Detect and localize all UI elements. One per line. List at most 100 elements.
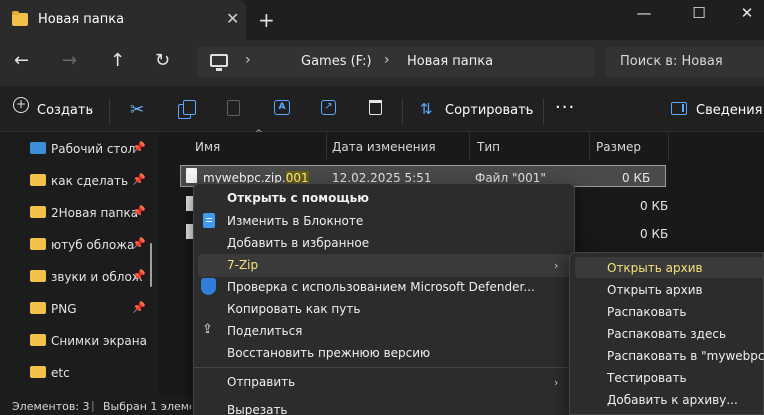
chevron-right-icon: › (554, 376, 559, 389)
forward-arrow-icon[interactable]: → (62, 50, 77, 71)
column-divider[interactable] (326, 133, 327, 159)
share-icon: ⇪ (202, 322, 213, 337)
pin-icon: 📌 (132, 173, 146, 186)
column-divider[interactable] (668, 133, 669, 159)
delete-icon[interactable] (369, 100, 382, 115)
desktop-icon (30, 142, 46, 154)
folder-icon (30, 334, 46, 346)
cut-icon[interactable]: ✂ (130, 100, 148, 120)
folder-icon (30, 366, 46, 378)
column-header-name[interactable]: Имя (195, 140, 220, 154)
pin-icon: 📌 (132, 269, 146, 282)
sidebar-item-folder[interactable]: Снимки экрана (0, 326, 152, 356)
command-bar (0, 86, 764, 132)
submenu-item-extract-here[interactable]: Распаковать здесь (607, 327, 726, 341)
toolbar-divider (543, 98, 544, 124)
new-tab-icon[interactable]: + (258, 8, 275, 32)
sidebar-item-label: как сделать (51, 174, 129, 188)
menu-item-open-with[interactable]: Открыть с помощью (227, 191, 369, 205)
chevron-down-icon[interactable]: ⌄ (523, 103, 531, 113)
tab-close-icon[interactable]: ✕ (226, 9, 239, 28)
column-divider[interactable] (469, 133, 470, 159)
back-arrow-icon[interactable]: ← (14, 50, 29, 71)
chevron-down-icon[interactable]: ⌄ (87, 103, 95, 113)
sidebar-item-label: звуки и облож (51, 270, 143, 284)
address-bar[interactable] (197, 47, 595, 77)
sidebar-scrollbar[interactable] (150, 243, 152, 287)
sort-caret-icon: ^ (255, 129, 263, 139)
notepad-icon (203, 213, 215, 228)
breadcrumb-separator-icon[interactable]: › (384, 52, 390, 68)
breadcrumb-games-drive[interactable]: Games (F:) (301, 54, 372, 69)
search-placeholder: Поиск в: Новая (620, 54, 723, 69)
more-options-icon[interactable]: ··· (555, 97, 575, 118)
sidebar-item-label: 2Новая папка (51, 206, 139, 220)
copy-icon[interactable] (178, 100, 196, 119)
file-icon (186, 168, 197, 183)
maximize-icon[interactable]: ☐ (676, 4, 722, 28)
sidebar-item-folder[interactable]: звуки и облож 📌 (0, 262, 152, 292)
breadcrumb-separator-icon[interactable]: › (245, 52, 251, 68)
column-divider[interactable] (589, 133, 590, 159)
pin-icon: 📌 (132, 205, 146, 218)
sidebar-item-label: Рабочий стол (51, 142, 136, 156)
column-header-date[interactable]: Дата изменения (332, 140, 436, 154)
share-icon[interactable]: ↗ (321, 100, 336, 115)
file-size: 0 КБ (640, 199, 669, 213)
folder-icon (30, 270, 46, 282)
sidebar-item-folder[interactable]: etc (0, 358, 152, 388)
details-pane-icon[interactable] (671, 102, 687, 115)
create-button[interactable]: Создать (37, 103, 93, 118)
menu-item-7zip[interactable]: 7-Zip (227, 258, 258, 272)
chevron-right-icon: › (554, 259, 559, 272)
menu-item-send-to[interactable]: Отправить (227, 375, 295, 389)
sort-button[interactable]: Сортировать (445, 103, 533, 118)
folder-icon (30, 206, 46, 218)
submenu-item-open-archive[interactable]: Открыть архив (607, 261, 703, 275)
submenu-item-extract-to[interactable]: Распаковать в "mywebpc\" (607, 349, 764, 363)
refresh-icon[interactable]: ↻ (155, 50, 170, 71)
submenu-item-open-archive[interactable]: Открыть архив (607, 283, 703, 297)
paste-icon[interactable] (227, 100, 240, 116)
menu-item-restore-version[interactable]: Восстановить прежнюю версию (227, 346, 430, 360)
sidebar-item-label: Снимки экрана (51, 334, 147, 348)
folder-icon (30, 238, 46, 250)
menu-item-copy-path[interactable]: Копировать как путь (227, 302, 360, 316)
submenu-item-test[interactable]: Тестировать (607, 371, 687, 385)
menu-item-cut[interactable]: Вырезать (227, 403, 288, 415)
plus-circle-icon[interactable]: + (13, 97, 29, 113)
status-item-count: Элементов: 3 (12, 400, 90, 413)
menu-item-share[interactable]: Поделиться (227, 324, 302, 338)
minimize-icon[interactable]: — (621, 4, 667, 28)
submenu-item-add-to-archive[interactable]: Добавить к архиву... (607, 393, 738, 407)
sort-icon[interactable]: ⇅ (420, 100, 433, 118)
column-header-size[interactable]: Размер (596, 140, 641, 154)
up-arrow-icon[interactable]: ↑ (110, 50, 125, 71)
sidebar-item-folder[interactable]: PNG 📌 (0, 294, 152, 324)
toolbar-divider (402, 98, 403, 124)
details-button[interactable]: Сведения (696, 103, 763, 118)
menu-item-add-favorites[interactable]: Добавить в избранное (227, 236, 369, 250)
tab-title: Новая папка (38, 12, 125, 27)
column-header-type[interactable]: Тип (477, 140, 500, 154)
sidebar-item-label: etc (51, 366, 70, 380)
submenu-item-extract[interactable]: Распаковать (607, 305, 686, 319)
close-window-icon[interactable]: ✕ (724, 4, 764, 28)
pin-icon: 📌 (132, 141, 146, 154)
rename-icon[interactable]: A (274, 100, 290, 115)
folder-icon (30, 302, 46, 314)
file-size: 0 КБ (622, 171, 651, 185)
file-size: 0 КБ (640, 227, 669, 241)
status-separator: | (91, 399, 95, 412)
sidebar-item-desktop[interactable]: Рабочий стол 📌 (0, 134, 152, 164)
computer-icon[interactable] (210, 54, 228, 71)
sidebar-item-folder[interactable]: ютуб обложа 📌 (0, 230, 152, 260)
breadcrumb-current-folder[interactable]: Новая папка (407, 54, 493, 69)
menu-item-defender-scan[interactable]: Проверка с использованием Microsoft Defe… (227, 280, 535, 294)
menu-divider (193, 367, 575, 368)
status-selection: Выбран 1 элемент (103, 400, 191, 413)
menu-item-edit-notepad[interactable]: Изменить в Блокноте (227, 214, 363, 228)
sidebar-item-folder[interactable]: 2Новая папка 📌 (0, 198, 152, 228)
sidebar-item-label: PNG (51, 302, 77, 316)
sidebar-item-folder[interactable]: как сделать 📌 (0, 166, 152, 196)
